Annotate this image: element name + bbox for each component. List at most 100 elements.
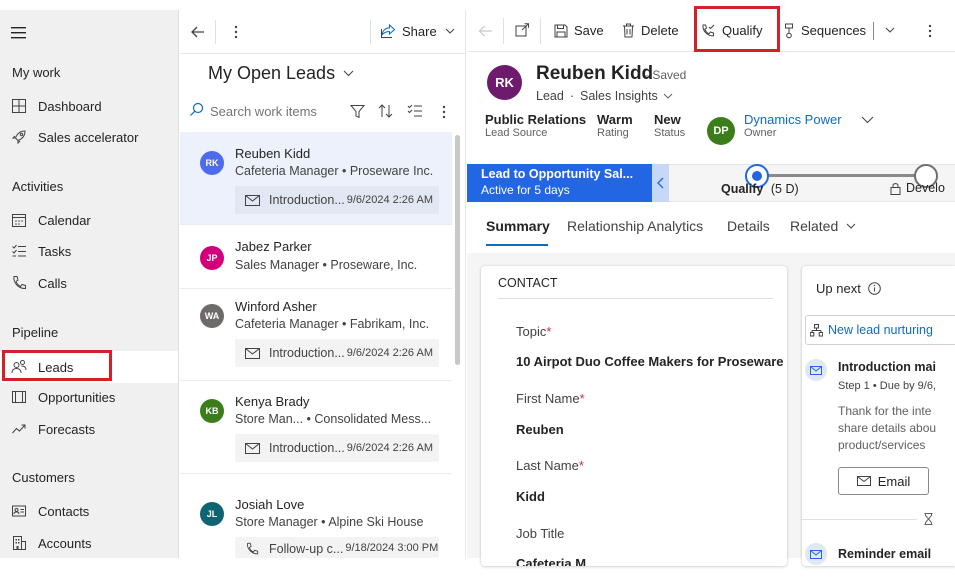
info-icon[interactable]	[868, 282, 881, 295]
up-next-header: Up next	[816, 281, 881, 296]
header-field-rating[interactable]: Warm Rating	[597, 112, 633, 139]
process-duration: Active for 5 days	[481, 183, 570, 197]
nav-section-pipeline: Pipeline	[12, 325, 59, 340]
filter-icon[interactable]	[350, 104, 365, 119]
nav-item-sales-accelerator[interactable]: Sales accelerator	[0, 123, 178, 151]
lead-subtitle: Cafeteria Manager • Fabrikam, Inc.	[235, 317, 430, 331]
list-scrollbar[interactable]	[455, 135, 460, 365]
record-form-selector[interactable]: Lead · Sales Insights	[536, 89, 673, 103]
lead-activity[interactable]: Introduction... 9/6/2024 2:26 AM	[235, 186, 439, 214]
lead-list-item[interactable]: JP Jabez Parker Sales Manager • Prosewar…	[180, 225, 452, 289]
nav-item-accounts[interactable]: Accounts	[0, 529, 178, 557]
lead-activity[interactable]: Introduction... 9/6/2024 2:26 AM	[235, 339, 439, 367]
nav-item-label: Dashboard	[38, 98, 102, 114]
header-field-status[interactable]: New Status	[654, 112, 685, 139]
nav-item-calendar[interactable]: Calendar	[0, 206, 178, 234]
lead-list-item[interactable]: KB Kenya Brady Store Man... • Consolidat…	[180, 381, 452, 474]
delete-button[interactable]: Delete	[622, 10, 679, 51]
nav-item-tasks[interactable]: Tasks	[0, 237, 178, 265]
avatar: WA	[200, 304, 224, 328]
expand-header-chevron-icon[interactable]	[861, 116, 874, 124]
field-label-text: First Name	[516, 391, 580, 406]
header-field-lead-source[interactable]: Public Relations Lead Source	[485, 112, 586, 139]
list-toolbar: Share	[180, 10, 466, 54]
open-new-window-icon[interactable]	[515, 23, 530, 37]
view-title: My Open Leads	[208, 63, 336, 83]
qualify-button[interactable]: Qualify	[700, 10, 762, 51]
hamburger-menu-icon[interactable]	[11, 26, 27, 40]
saved-status: - Saved	[645, 68, 687, 82]
last-name-field[interactable]: Kidd	[516, 489, 545, 504]
more-options-icon[interactable]	[234, 24, 238, 40]
separator-dot: ·	[569, 89, 574, 103]
nav-item-label: Leads	[38, 359, 74, 375]
nav-item-forecasts[interactable]: Forecasts	[0, 415, 178, 443]
mail-icon	[856, 476, 871, 486]
stage-develop-label[interactable]: Develo	[890, 181, 955, 195]
sequences-button[interactable]: Sequences	[783, 10, 866, 51]
nav-item-label: Forecasts	[38, 421, 96, 437]
field-value: New	[654, 112, 681, 127]
back-arrow-icon[interactable]	[478, 24, 493, 38]
back-arrow-icon[interactable]	[190, 24, 206, 40]
tab-related[interactable]: Related	[790, 218, 856, 234]
first-name-label: First Name*	[516, 391, 585, 406]
sort-icon[interactable]	[378, 103, 393, 119]
lead-activity[interactable]: Follow-up c... 9/18/2024 3:00 PM	[235, 537, 439, 558]
lead-activity[interactable]: Introduction... 9/6/2024 2:26 AM	[235, 434, 439, 462]
nav-item-dashboard[interactable]: Dashboard	[0, 92, 178, 120]
activity-subject: Introduction...	[269, 193, 345, 207]
leads-icon	[10, 358, 28, 376]
collapse-process-button[interactable]	[652, 164, 669, 202]
owner-name[interactable]: Dynamics Power	[744, 112, 842, 127]
search-input[interactable]	[210, 102, 340, 120]
save-button[interactable]: Save	[554, 10, 604, 51]
rocket-icon	[10, 128, 28, 146]
more-options-icon[interactable]	[442, 104, 446, 120]
lead-name: Jabez Parker	[235, 239, 312, 254]
description-line: Thank for the inte	[838, 404, 932, 418]
share-button[interactable]: Share	[380, 23, 455, 39]
chevron-down-icon[interactable]	[885, 27, 895, 33]
nav-item-contacts[interactable]: Contacts	[0, 497, 178, 525]
more-options-icon[interactable]	[928, 23, 932, 39]
tab-relationship-analytics[interactable]: Relationship Analytics	[567, 218, 703, 234]
view-selector[interactable]: My Open Leads	[208, 63, 354, 84]
nav-item-calls[interactable]: Calls	[0, 269, 178, 297]
job-title-field[interactable]: Cafeteria M...	[516, 556, 597, 566]
email-button[interactable]: Email	[838, 467, 929, 495]
first-name-field[interactable]: Reuben	[516, 422, 564, 437]
record-title: Reuben Kidd	[536, 63, 654, 84]
active-tab-indicator	[486, 244, 548, 246]
topic-field[interactable]: 10 Airpot Duo Coffee Makers for Prosewar…	[516, 354, 784, 369]
mail-icon	[805, 359, 827, 381]
nav-item-opportunities[interactable]: Opportunities	[0, 383, 178, 411]
tab-details[interactable]: Details	[727, 218, 770, 234]
delete-label: Delete	[641, 23, 679, 38]
nav-section-activities: Activities	[12, 179, 64, 194]
lead-name: Reuben Kidd	[235, 146, 311, 161]
activity-title[interactable]: Introduction mai	[838, 360, 936, 374]
nav-item-label: Contacts	[38, 503, 90, 519]
chevron-down-icon	[343, 70, 354, 77]
nav-item-leads[interactable]: Leads	[0, 351, 178, 383]
entity-name: Lead	[536, 89, 564, 103]
phone-icon	[245, 542, 261, 556]
owner-field[interactable]: Dynamics Power Owner	[744, 112, 842, 139]
lead-list-item[interactable]: WA Winford Asher Cafeteria Manager • Fab…	[180, 289, 452, 381]
lead-name: Kenya Brady	[235, 394, 310, 409]
stage-qualify-label[interactable]: Qualify (5 D)	[721, 182, 799, 196]
contact-card-icon	[10, 502, 28, 520]
lead-list-item[interactable]: JL Josiah Love Store Manager • Alpine Sk…	[180, 474, 452, 558]
lead-list-item[interactable]: RK Reuben Kidd Cafeteria Manager • Prose…	[180, 132, 452, 225]
avatar: KB	[200, 399, 224, 423]
sequence-link[interactable]: New lead nurturing	[805, 315, 955, 345]
activity-subject: Introduction...	[269, 346, 345, 360]
process-flyout[interactable]: Lead to Opportunity Sal... Active for 5 …	[467, 164, 652, 202]
tab-summary[interactable]: Summary	[486, 218, 550, 234]
avatar: JL	[200, 502, 224, 526]
select-list-icon[interactable]	[407, 104, 423, 118]
next-activity-title[interactable]: Reminder email	[838, 547, 931, 561]
share-label: Share	[402, 23, 437, 39]
stage-name: Qualify	[721, 182, 764, 196]
